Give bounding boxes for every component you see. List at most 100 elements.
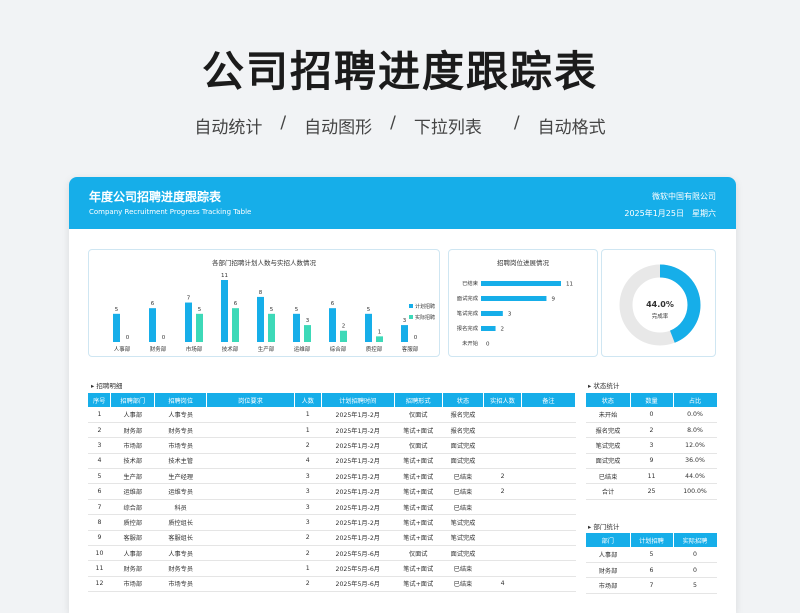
table-cell[interactable] xyxy=(483,530,522,547)
table-cell[interactable]: 已结束 xyxy=(586,468,630,485)
table-cell[interactable]: 2025年5月-6月 xyxy=(321,545,395,562)
recruit-row[interactable]: 6 运维部 运维专员 3 2025年1月-2月 笔试+面试 已结束 2 xyxy=(88,483,576,500)
table-cell[interactable]: 5 xyxy=(673,577,717,594)
column-header[interactable]: 招聘部门 xyxy=(110,393,156,407)
table-cell[interactable]: 2025年1月-2月 xyxy=(321,422,395,439)
table-cell[interactable] xyxy=(206,422,295,439)
table-cell[interactable]: 12.0% xyxy=(673,437,717,454)
table-cell[interactable]: 笔试+面试 xyxy=(394,530,443,547)
table-cell[interactable]: 生产部 xyxy=(110,468,155,485)
table-cell[interactable]: 综合部 xyxy=(110,499,155,516)
table-cell[interactable]: 笔试+面试 xyxy=(394,453,443,470)
table-cell[interactable]: 36.0% xyxy=(673,453,717,470)
column-header[interactable]: 数量 xyxy=(630,393,674,407)
table-cell[interactable]: 12 xyxy=(88,576,111,593)
table-cell[interactable]: 笔试+面试 xyxy=(394,422,443,439)
table-cell[interactable] xyxy=(483,560,522,577)
table-cell[interactable]: 财务部 xyxy=(110,422,155,439)
column-header[interactable]: 计划招聘 xyxy=(630,533,674,547)
table-cell[interactable]: 3 xyxy=(294,514,322,531)
table-cell[interactable]: 1 xyxy=(88,407,111,423)
table-cell[interactable]: 4 xyxy=(483,576,522,593)
column-header[interactable]: 序号 xyxy=(88,393,112,407)
table-cell[interactable] xyxy=(206,545,295,562)
table-cell[interactable]: 2 xyxy=(88,422,111,439)
table-cell[interactable]: 人事部 xyxy=(110,545,155,562)
table-cell[interactable]: 笔试+面试 xyxy=(394,514,443,531)
table-cell[interactable]: 3 xyxy=(294,483,322,500)
table-cell[interactable]: 报名完成 xyxy=(442,407,484,423)
table-cell[interactable]: 4 xyxy=(88,453,111,470)
table-cell[interactable]: 财务专员 xyxy=(154,560,207,577)
table-cell[interactable]: 未开始 xyxy=(586,407,630,423)
table-cell[interactable] xyxy=(521,576,576,593)
table-cell[interactable] xyxy=(521,545,576,562)
table-cell[interactable] xyxy=(521,514,576,531)
table-cell[interactable] xyxy=(206,468,295,485)
table-cell[interactable]: 2025年1月-2月 xyxy=(321,514,395,531)
recruit-row[interactable]: 9 客服部 客服组长 2 2025年1月-2月 笔试+面试 笔试完成 xyxy=(88,530,576,547)
table-cell[interactable]: 已结束 xyxy=(442,499,484,516)
table-cell[interactable]: 仅面试 xyxy=(394,545,443,562)
table-cell[interactable]: 面试完成 xyxy=(442,453,484,470)
dept-row[interactable]: 市场部 7 5 xyxy=(586,577,717,594)
column-header[interactable]: 招聘岗位 xyxy=(154,393,208,407)
table-cell[interactable] xyxy=(521,530,576,547)
table-cell[interactable] xyxy=(206,514,295,531)
table-cell[interactable]: 运维部 xyxy=(110,483,155,500)
recruit-row[interactable]: 4 技术部 技术主管 4 2025年1月-2月 笔试+面试 面试完成 xyxy=(88,453,576,470)
table-cell[interactable] xyxy=(521,407,576,423)
table-cell[interactable] xyxy=(521,483,576,500)
table-cell[interactable]: 7 xyxy=(630,577,673,594)
table-cell[interactable]: 1 xyxy=(294,407,322,423)
table-cell[interactable]: 10 xyxy=(88,545,111,562)
table-cell[interactable]: 2 xyxy=(294,576,322,593)
table-cell[interactable]: 生产经理 xyxy=(154,468,207,485)
column-header[interactable]: 部门 xyxy=(586,533,631,547)
column-header[interactable]: 状态 xyxy=(442,393,485,407)
table-cell[interactable]: 6 xyxy=(88,483,111,500)
table-cell[interactable]: 2025年1月-2月 xyxy=(321,453,395,470)
table-cell[interactable]: 财务专员 xyxy=(154,422,207,439)
status-row[interactable]: 报名完成 2 8.0% xyxy=(586,422,717,439)
table-cell[interactable] xyxy=(483,499,522,516)
table-cell[interactable]: 3 xyxy=(88,437,111,454)
recruit-row[interactable]: 12 市场部 市场专员 2 2025年5月-6月 笔试+面试 已结束 4 xyxy=(88,576,576,593)
table-cell[interactable]: 2025年1月-2月 xyxy=(321,437,395,454)
table-cell[interactable]: 财务部 xyxy=(586,562,630,579)
table-cell[interactable]: 5 xyxy=(630,547,673,563)
recruit-row[interactable]: 10 人事部 人事专员 2 2025年5月-6月 仅面试 面试完成 xyxy=(88,545,576,562)
table-cell[interactable]: 技术部 xyxy=(110,453,155,470)
table-cell[interactable]: 3 xyxy=(294,499,322,516)
table-cell[interactable] xyxy=(206,576,295,593)
table-cell[interactable]: 9 xyxy=(88,530,111,547)
table-cell[interactable] xyxy=(483,437,522,454)
table-cell[interactable]: 1 xyxy=(294,560,322,577)
recruit-row[interactable]: 8 质控部 质控组长 3 2025年1月-2月 笔试+面试 笔试完成 xyxy=(88,514,576,531)
table-cell[interactable]: 8.0% xyxy=(673,422,717,439)
dept-row[interactable]: 人事部 5 0 xyxy=(586,547,717,563)
table-cell[interactable] xyxy=(521,499,576,516)
table-cell[interactable]: 2025年1月-2月 xyxy=(321,483,395,500)
table-cell[interactable]: 客服组长 xyxy=(154,530,207,547)
dept-row[interactable]: 财务部 6 0 xyxy=(586,562,717,579)
table-cell[interactable]: 已结束 xyxy=(442,468,484,485)
table-cell[interactable]: 技术主管 xyxy=(154,453,207,470)
table-cell[interactable]: 2 xyxy=(294,530,322,547)
table-cell[interactable]: 财务部 xyxy=(110,560,155,577)
table-cell[interactable]: 6 xyxy=(630,562,673,579)
recruit-row[interactable]: 7 综合部 科员 3 2025年1月-2月 笔试+面试 已结束 xyxy=(88,499,576,516)
table-cell[interactable]: 2 xyxy=(483,468,522,485)
table-cell[interactable]: 笔试+面试 xyxy=(394,468,443,485)
table-cell[interactable] xyxy=(521,422,576,439)
column-header[interactable]: 招聘形式 xyxy=(394,393,443,407)
table-cell[interactable]: 质控部 xyxy=(110,514,155,531)
table-cell[interactable]: 4 xyxy=(294,453,322,470)
table-cell[interactable]: 笔试完成 xyxy=(442,530,484,547)
table-cell[interactable]: 笔试完成 xyxy=(442,514,484,531)
table-cell[interactable]: 市场专员 xyxy=(154,576,207,593)
table-cell[interactable]: 2025年5月-6月 xyxy=(321,560,395,577)
table-cell[interactable]: 笔试+面试 xyxy=(394,576,443,593)
table-cell[interactable]: 仅面试 xyxy=(394,407,443,423)
table-cell[interactable]: 3 xyxy=(294,468,322,485)
